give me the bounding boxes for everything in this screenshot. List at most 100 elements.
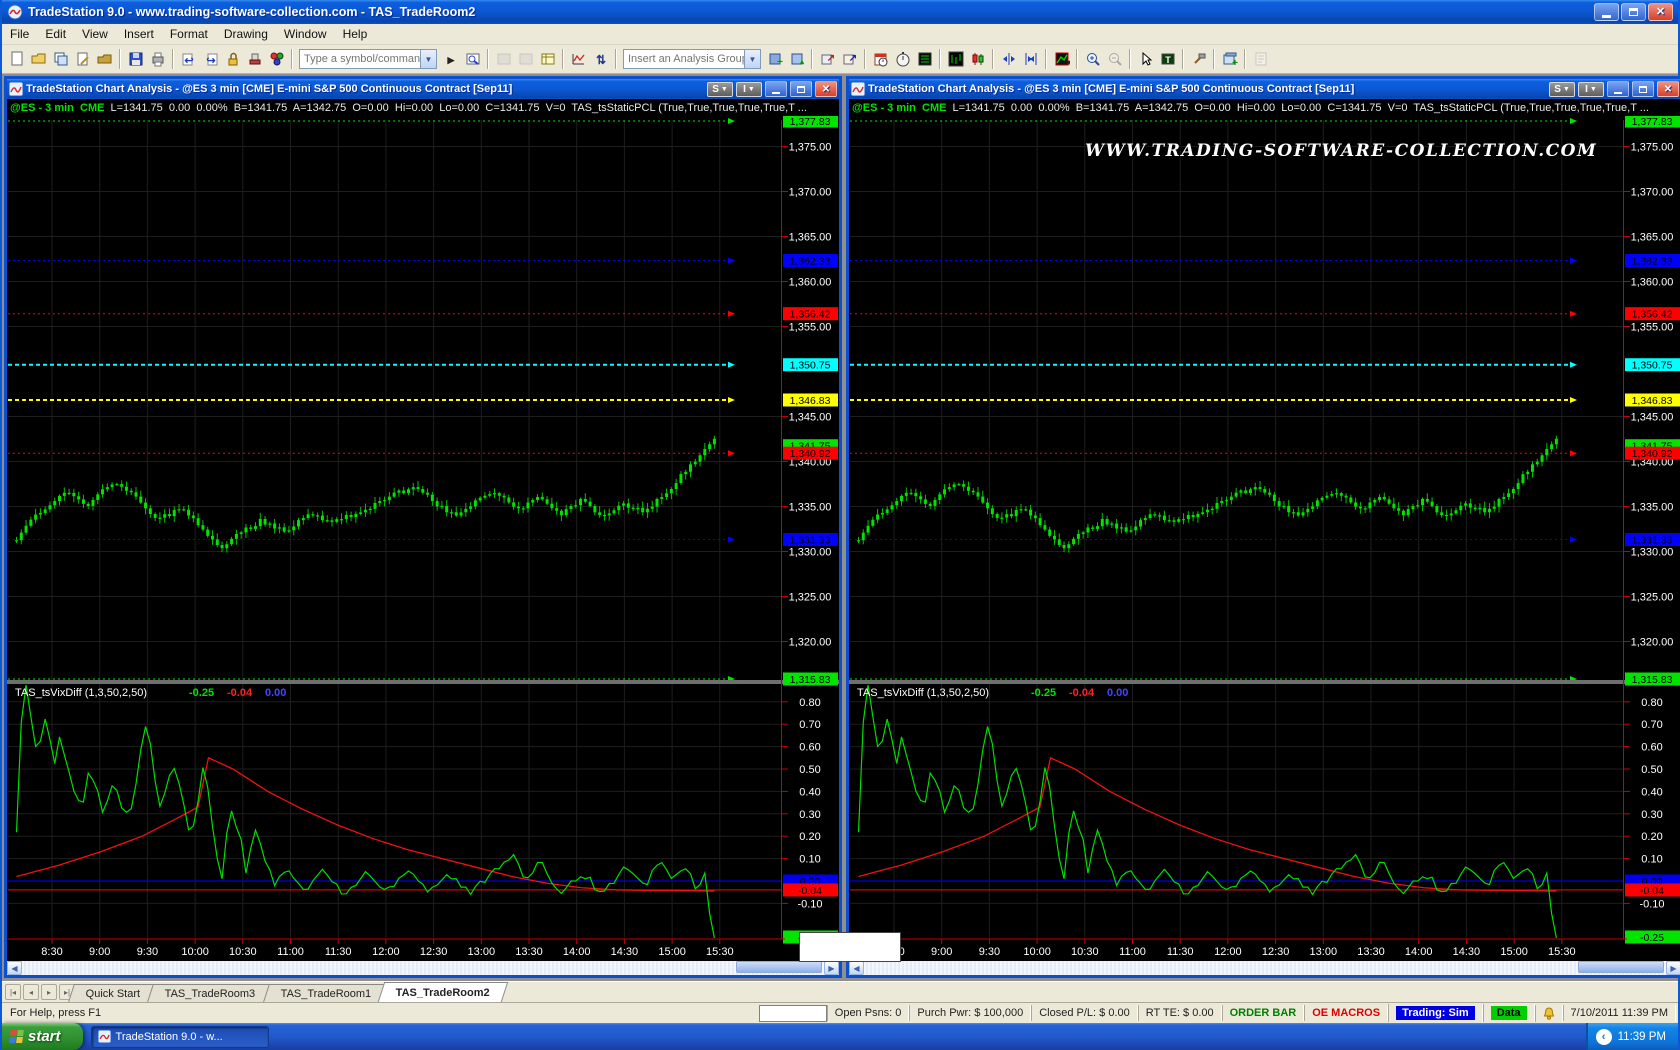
open-workspace-icon[interactable] <box>28 49 49 70</box>
app-maximize-button[interactable] <box>1621 3 1646 21</box>
sort-arrows-icon[interactable]: ⇅ <box>590 49 611 70</box>
app-minimize-button[interactable] <box>1594 3 1619 21</box>
symbol-command-combo[interactable]: ▼ <box>299 49 437 69</box>
add-chart-window-icon[interactable]: + <box>764 49 785 70</box>
data-window-icon[interactable] <box>537 49 558 70</box>
previous-page-icon[interactable]: ↩ <box>178 49 199 70</box>
chart-body[interactable]: @ES - 3 min CMEL=1341.75 0.00 0.00% B=13… <box>849 99 1680 975</box>
menu-help[interactable]: Help <box>335 25 376 43</box>
save-desktop-icon[interactable] <box>72 49 93 70</box>
send-window-icon[interactable]: ↗ <box>839 49 860 70</box>
menu-view[interactable]: View <box>74 25 116 43</box>
chart-window-titlebar[interactable]: TradeStation Chart Analysis - @ES 3 min … <box>7 79 839 99</box>
insert-window-icon[interactable]: + <box>1219 49 1240 70</box>
trading-sim-badge[interactable]: Trading: Sim <box>1396 1006 1475 1020</box>
workspace-tab-tas-traderoom1[interactable]: TAS_TradeRoom1 <box>263 984 389 1002</box>
window-maximize-button[interactable] <box>1632 81 1654 97</box>
print-icon[interactable] <box>147 49 168 70</box>
status-s-dropdown-button[interactable]: S▼ <box>1549 82 1575 97</box>
close-folder-icon[interactable] <box>94 49 115 70</box>
lock-icon[interactable] <box>222 49 243 70</box>
start-button[interactable]: start <box>2 1023 83 1050</box>
combo-dropdown-icon[interactable]: ▼ <box>744 50 760 68</box>
workspace-tab-tas-traderoom2[interactable]: TAS_TradeRoom2 <box>378 982 508 1002</box>
chart-body[interactable]: @ES - 3 min CMEL=1341.75 0.00 0.00% B=13… <box>7 99 839 975</box>
interval-i-dropdown-button[interactable]: I▼ <box>1578 82 1604 97</box>
copy-window-icon[interactable] <box>50 49 71 70</box>
status-oe-macros[interactable]: OE MACROS <box>1304 1005 1388 1021</box>
tab-nav-first-button[interactable]: |◂ <box>5 984 21 1000</box>
window-minimize-button[interactable] <box>1607 81 1629 97</box>
time-axis[interactable]: 8:309:009:3010:0010:3011:0011:3012:0012:… <box>849 939 1627 958</box>
scroll-thumb[interactable] <box>1578 961 1664 973</box>
status-order-bar[interactable]: ORDER BAR <box>1222 1005 1305 1021</box>
combo-dropdown-icon[interactable]: ▼ <box>420 50 436 68</box>
calendar-clock-icon[interactable] <box>870 49 891 70</box>
bar-style-icon[interactable] <box>945 49 966 70</box>
save-icon[interactable] <box>125 49 146 70</box>
status-s-dropdown-button[interactable]: S▼ <box>707 82 733 97</box>
send-order-icon[interactable]: ↗ <box>817 49 838 70</box>
menu-window[interactable]: Window <box>276 25 335 43</box>
chart-horizontal-scrollbar[interactable]: ◀▶ <box>849 961 1680 975</box>
next-page-icon[interactable]: ↪ <box>200 49 221 70</box>
chart-plot[interactable]: TAS_tsVixDiff (1,3,50,2,50)-0.25-0.040.0… <box>849 116 1680 961</box>
tools-icon[interactable] <box>1188 49 1209 70</box>
menu-drawing[interactable]: Drawing <box>216 25 276 43</box>
expand-bars-icon[interactable] <box>1020 49 1041 70</box>
scroll-right-button[interactable]: ▶ <box>1666 961 1680 975</box>
price-axis[interactable]: 1,375.001,370.001,365.001,360.001,355.00… <box>1623 116 1680 944</box>
market-matrix-icon[interactable] <box>914 49 935 70</box>
workspace-tab-quick-start[interactable]: Quick Start <box>68 984 158 1002</box>
menu-insert[interactable]: Insert <box>116 25 162 43</box>
analysis-group-input[interactable] <box>624 53 744 65</box>
chart-style-dropdown-icon[interactable]: ▾ <box>1051 49 1072 70</box>
data-badge[interactable]: Data <box>1491 1006 1527 1020</box>
status-trading-mode[interactable]: Trading: Sim <box>1388 1004 1483 1022</box>
window-minimize-button[interactable] <box>765 81 787 97</box>
symbol-command-input[interactable] <box>300 53 420 65</box>
new-document-icon[interactable] <box>6 49 27 70</box>
scroll-thumb[interactable] <box>736 961 822 973</box>
format-painter-icon[interactable] <box>244 49 265 70</box>
play-icon[interactable]: ▶ <box>440 49 461 70</box>
price-axis[interactable]: 1,375.001,370.001,365.001,360.001,355.00… <box>781 116 838 944</box>
scroll-left-button[interactable]: ◀ <box>849 961 864 975</box>
chart-horizontal-scrollbar[interactable]: ◀▶ <box>7 961 839 975</box>
chart-window-titlebar[interactable]: TradeStation Chart Analysis - @ES 3 min … <box>849 79 1680 99</box>
interval-i-dropdown-button[interactable]: I▼ <box>736 82 762 97</box>
app-close-button[interactable]: ✕ <box>1648 3 1673 21</box>
chart-plot[interactable]: TAS_tsVixDiff (1,3,50,2,50)-0.25-0.040.0… <box>7 116 839 961</box>
scroll-right-button[interactable]: ▶ <box>824 961 839 975</box>
workspace-tab-tas-traderoom3[interactable]: TAS_TradeRoom3 <box>147 984 273 1002</box>
menu-edit[interactable]: Edit <box>37 25 74 43</box>
window-close-button[interactable]: ✕ <box>1657 81 1679 97</box>
stopwatch-icon[interactable] <box>892 49 913 70</box>
scroll-track[interactable] <box>864 961 1666 975</box>
find-window-icon[interactable] <box>462 49 483 70</box>
tab-nav-previous-button[interactable]: ◂ <box>23 984 39 1000</box>
pane-splitter[interactable] <box>849 680 1680 684</box>
scroll-left-button[interactable]: ◀ <box>7 961 22 975</box>
menu-format[interactable]: Format <box>162 25 216 43</box>
app-titlebar[interactable]: TradeStation 9.0 - www.trading-software-… <box>2 0 1678 24</box>
add-analysis-window-icon[interactable]: ▴ <box>786 49 807 70</box>
pane-splitter[interactable] <box>7 680 839 684</box>
taskbar-task-button[interactable]: TradeStation 9.0 - w... <box>91 1026 269 1048</box>
compress-bars-icon[interactable] <box>998 49 1019 70</box>
chart-text-icon[interactable]: T <box>1157 49 1178 70</box>
zoom-in-icon[interactable] <box>1082 49 1103 70</box>
pointer-icon[interactable] <box>1135 49 1156 70</box>
status-data[interactable]: Data <box>1483 1004 1535 1022</box>
hot-lists-icon[interactable] <box>568 49 589 70</box>
window-close-button[interactable]: ✕ <box>815 81 837 97</box>
tab-nav-next-button[interactable]: ▸ <box>41 984 57 1000</box>
menu-file[interactable]: File <box>2 25 37 43</box>
scroll-track[interactable] <box>22 961 824 975</box>
candle-style-icon[interactable] <box>967 49 988 70</box>
tray-chevron-icon[interactable]: ‹ <box>1596 1029 1612 1045</box>
window-maximize-button[interactable] <box>790 81 812 97</box>
time-axis[interactable]: 8:309:009:3010:0010:3011:0011:3012:0012:… <box>7 939 785 958</box>
analysis-group-combo[interactable]: ▼ <box>623 49 761 69</box>
colors-icon[interactable] <box>266 49 287 70</box>
